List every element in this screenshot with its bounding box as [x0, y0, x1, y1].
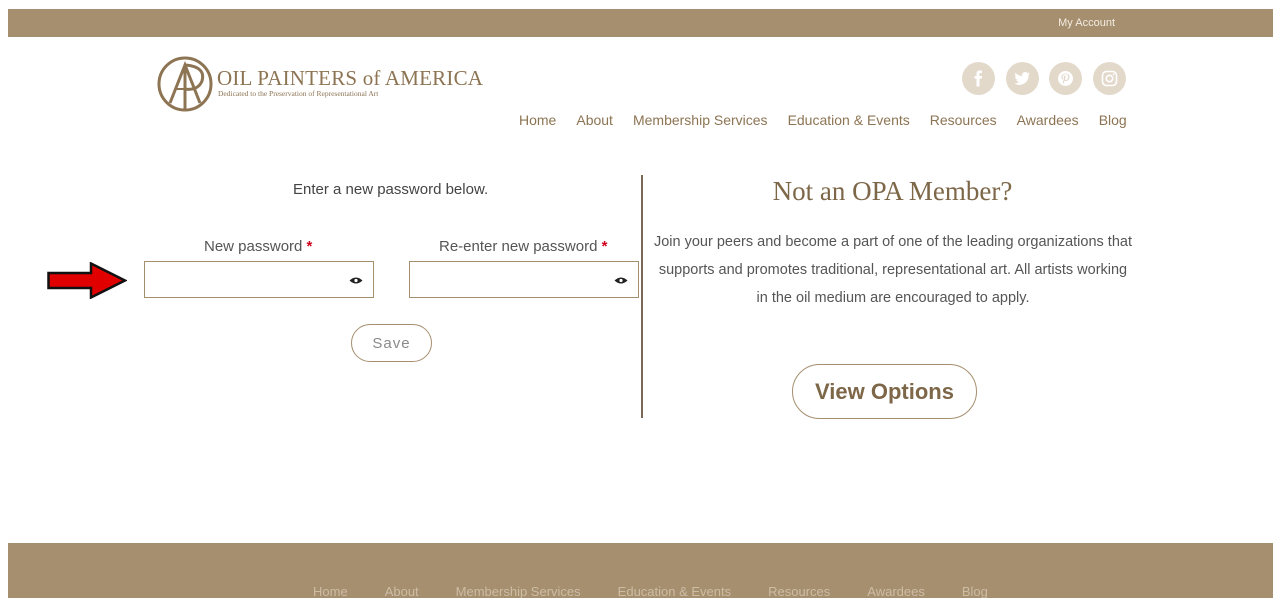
footer-education-events[interactable]: Education & Events: [618, 584, 731, 598]
footer-resources[interactable]: Resources: [768, 584, 830, 598]
column-divider: [641, 175, 643, 418]
pinterest-icon[interactable]: [1049, 62, 1082, 95]
required-mark: *: [601, 238, 608, 255]
save-button[interactable]: Save: [351, 324, 432, 362]
promo-text: Join your peers and become a part of one…: [653, 234, 1132, 306]
footer: Home About Membership Services Education…: [8, 543, 1273, 598]
footer-membership-services[interactable]: Membership Services: [456, 584, 581, 598]
top-bar: My Account: [8, 9, 1273, 37]
new-password-label: New password *: [204, 238, 312, 255]
site-logo[interactable]: OIL PAINTERS of AMERICA Dedicated to the…: [156, 55, 496, 115]
logo-name: OIL PAINTERS of AMERICA: [217, 66, 484, 90]
facebook-icon[interactable]: [962, 62, 995, 95]
view-options-button[interactable]: View Options: [792, 364, 977, 419]
footer-about[interactable]: About: [385, 584, 419, 598]
my-account-link[interactable]: My Account: [1058, 17, 1115, 29]
instagram-icon[interactable]: [1093, 62, 1126, 95]
reenter-password-label: Re-enter new password *: [439, 238, 607, 255]
promo-title: Not an OPA Member?: [772, 176, 1013, 206]
red-arrow-icon: [47, 262, 127, 299]
required-mark: *: [306, 238, 313, 255]
reenter-password-label-text: Re-enter new password: [439, 238, 598, 255]
new-password-field: [144, 261, 374, 298]
nav-resources[interactable]: Resources: [930, 112, 997, 128]
footer-awardees[interactable]: Awardees: [867, 584, 925, 598]
main-nav: Home About Membership Services Education…: [519, 112, 1127, 128]
show-password-eye-icon[interactable]: [349, 276, 363, 285]
footer-nav: Home About Membership Services Education…: [313, 584, 988, 598]
nav-about[interactable]: About: [576, 112, 613, 128]
footer-home[interactable]: Home: [313, 584, 348, 598]
opa-monogram-icon: [157, 56, 213, 112]
nav-blog[interactable]: Blog: [1099, 112, 1127, 128]
reenter-password-input[interactable]: [410, 262, 600, 295]
logo-tagline: Dedicated to the Preservation of Represe…: [218, 89, 379, 98]
new-password-input[interactable]: [145, 262, 335, 295]
new-password-label-text: New password: [204, 238, 303, 255]
reenter-password-field: [409, 261, 639, 298]
nav-awardees[interactable]: Awardees: [1017, 112, 1079, 128]
twitter-icon[interactable]: [1006, 62, 1039, 95]
nav-home[interactable]: Home: [519, 112, 556, 128]
show-password-eye-icon[interactable]: [614, 276, 628, 285]
form-intro: Enter a new password below.: [293, 181, 489, 198]
nav-education-events[interactable]: Education & Events: [788, 112, 910, 128]
nav-membership-services[interactable]: Membership Services: [633, 112, 768, 128]
footer-blog[interactable]: Blog: [962, 584, 988, 598]
